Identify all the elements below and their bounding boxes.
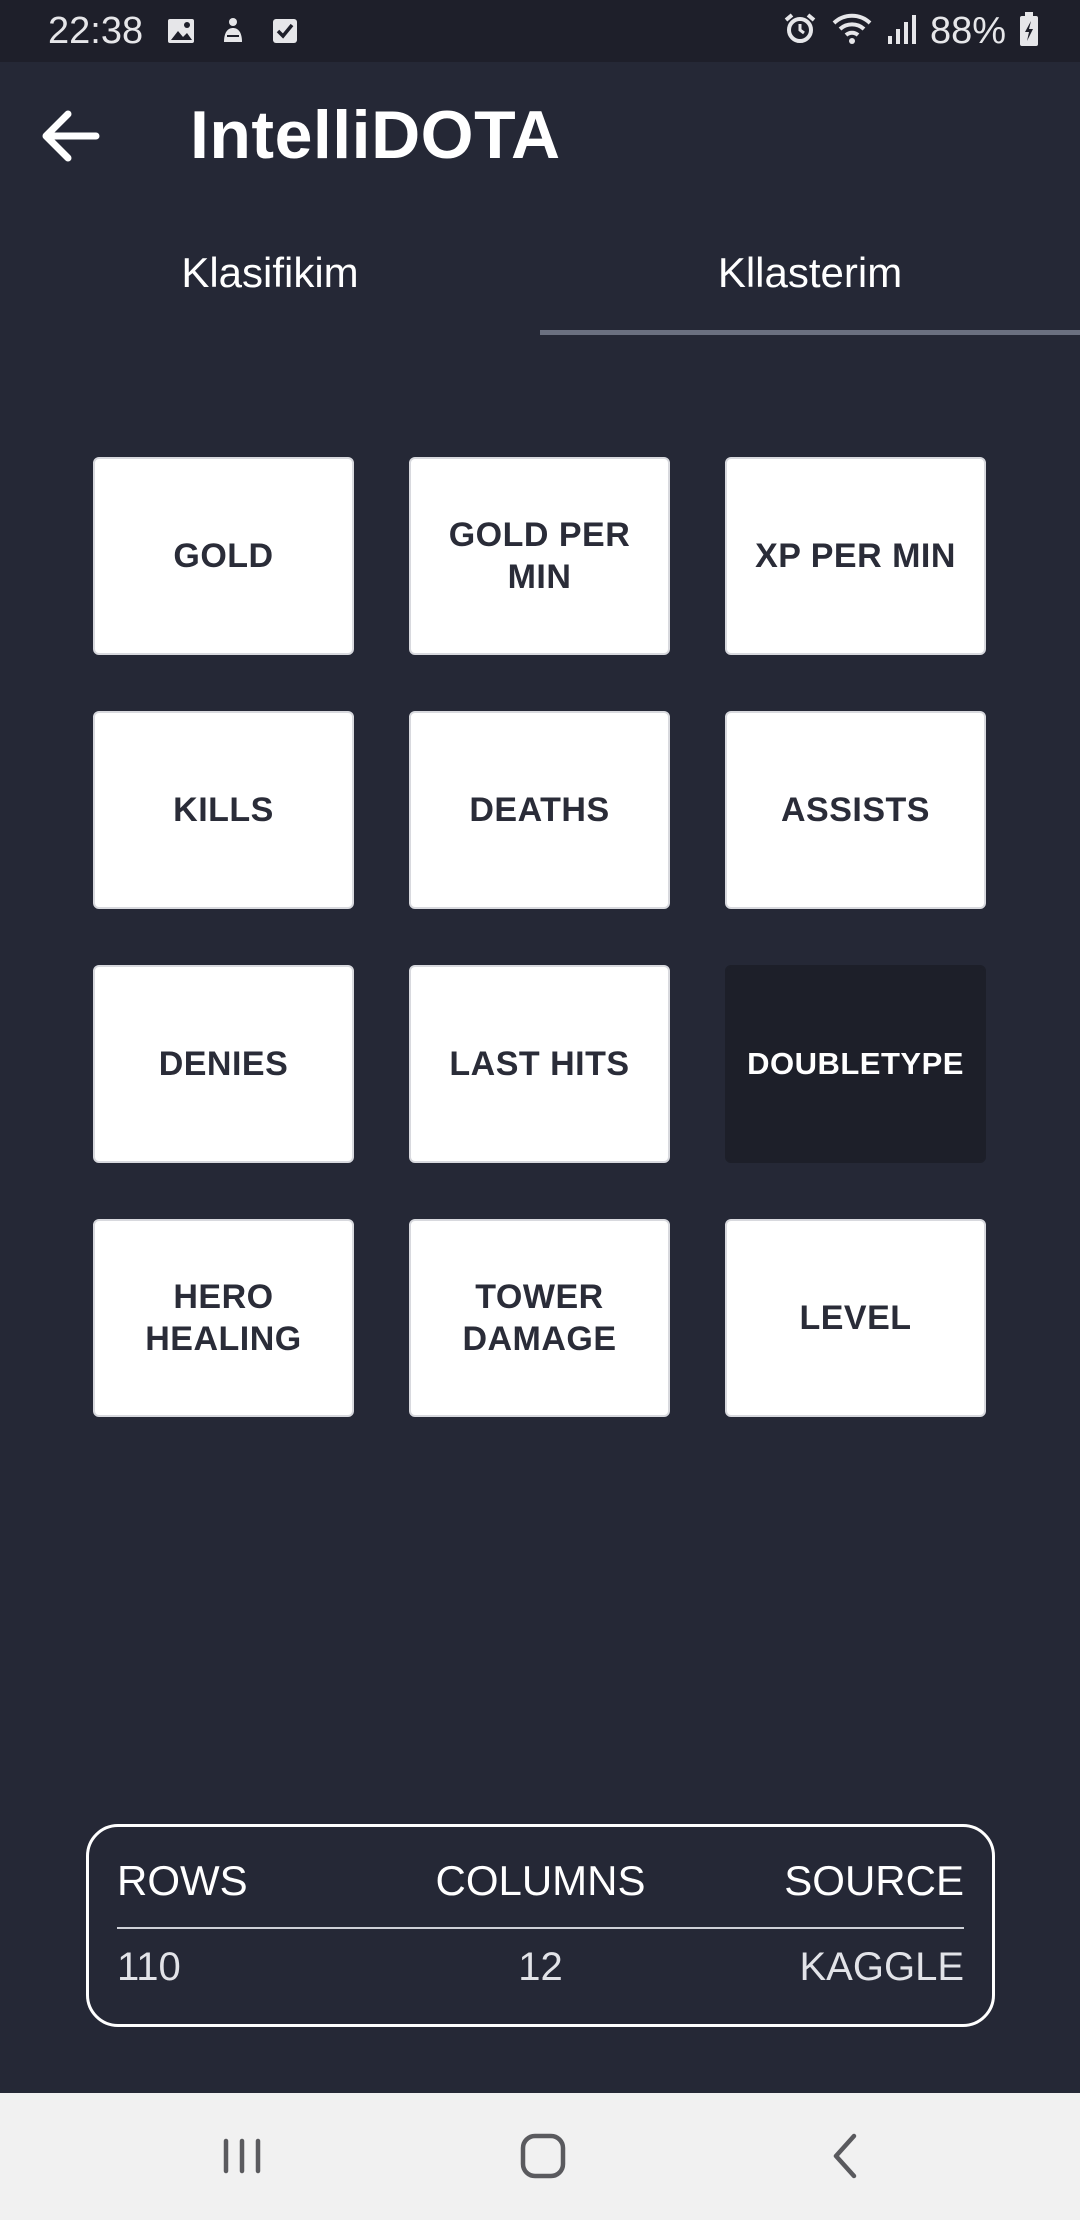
checkbox-icon	[270, 16, 300, 46]
recents-button[interactable]	[212, 2126, 272, 2186]
dataset-info-values: 110 12 KAGGLE	[117, 1945, 964, 1995]
tab-klasifikim[interactable]: Klasifikim	[0, 212, 540, 334]
home-icon	[520, 2133, 566, 2179]
feature-tile-gold[interactable]: GOLD	[93, 457, 354, 655]
feature-tile-deaths[interactable]: DEATHS	[409, 711, 670, 909]
nav-back-button[interactable]	[816, 2126, 876, 2186]
tab-bar: Klasifikim Kllasterim	[0, 212, 1080, 338]
back-icon	[833, 2133, 857, 2179]
battery-icon	[1018, 11, 1040, 52]
notification-icon	[218, 16, 248, 46]
feature-tile-doubletype[interactable]: DOUBLETYPE	[725, 965, 986, 1163]
battery-percent: 88%	[929, 10, 1006, 52]
dataset-info-card: ROWS COLUMNS SOURCE 110 12 KAGGLE	[86, 1824, 995, 2027]
feature-tile-assists[interactable]: ASSISTS	[725, 711, 986, 909]
recents-icon	[223, 2138, 261, 2174]
dataset-info-divider	[117, 1927, 964, 1929]
app-bar: IntelliDOTA	[0, 62, 1080, 212]
back-button[interactable]	[36, 100, 108, 172]
status-left-icons	[166, 16, 300, 46]
feature-tile-kills[interactable]: KILLS	[93, 711, 354, 909]
app-screen: 22:38 88% IntelliDOTA Klasifikim Kllaste…	[0, 0, 1080, 2220]
feature-tile-gold-per-min[interactable]: GOLD PER MIN	[409, 457, 670, 655]
dataset-info-header: ROWS COLUMNS SOURCE	[117, 1857, 964, 1913]
status-bar: 22:38 88%	[0, 0, 1080, 62]
arrow-left-icon	[42, 110, 100, 162]
home-button[interactable]	[513, 2126, 573, 2186]
feature-tile-level[interactable]: LEVEL	[725, 1219, 986, 1417]
signal-icon	[886, 12, 918, 51]
status-time: 22:38	[48, 10, 144, 52]
feature-tile-tower-damage[interactable]: TOWER DAMAGE	[409, 1219, 670, 1417]
feature-tile-xp-per-min[interactable]: XP PER MIN	[725, 457, 986, 655]
tab-kllasterim[interactable]: Kllasterim	[540, 212, 1080, 334]
alarm-icon	[782, 11, 818, 52]
feature-grid: GOLD GOLD PER MIN XP PER MIN KILLS DEATH…	[93, 457, 986, 1417]
feature-tile-hero-healing[interactable]: HERO HEALING	[93, 1219, 354, 1417]
wifi-icon	[830, 11, 874, 52]
feature-tile-denies[interactable]: DENIES	[93, 965, 354, 1163]
source-value: KAGGLE	[799, 1945, 964, 1989]
feature-tile-last-hits[interactable]: LAST HITS	[409, 965, 670, 1163]
app-title: IntelliDOTA	[190, 97, 561, 173]
source-header: SOURCE	[784, 1857, 964, 1904]
system-nav-bar	[0, 2093, 1080, 2220]
tab-active-indicator	[540, 330, 1080, 335]
image-icon	[166, 16, 196, 46]
status-right-icons: 88%	[782, 10, 1040, 53]
